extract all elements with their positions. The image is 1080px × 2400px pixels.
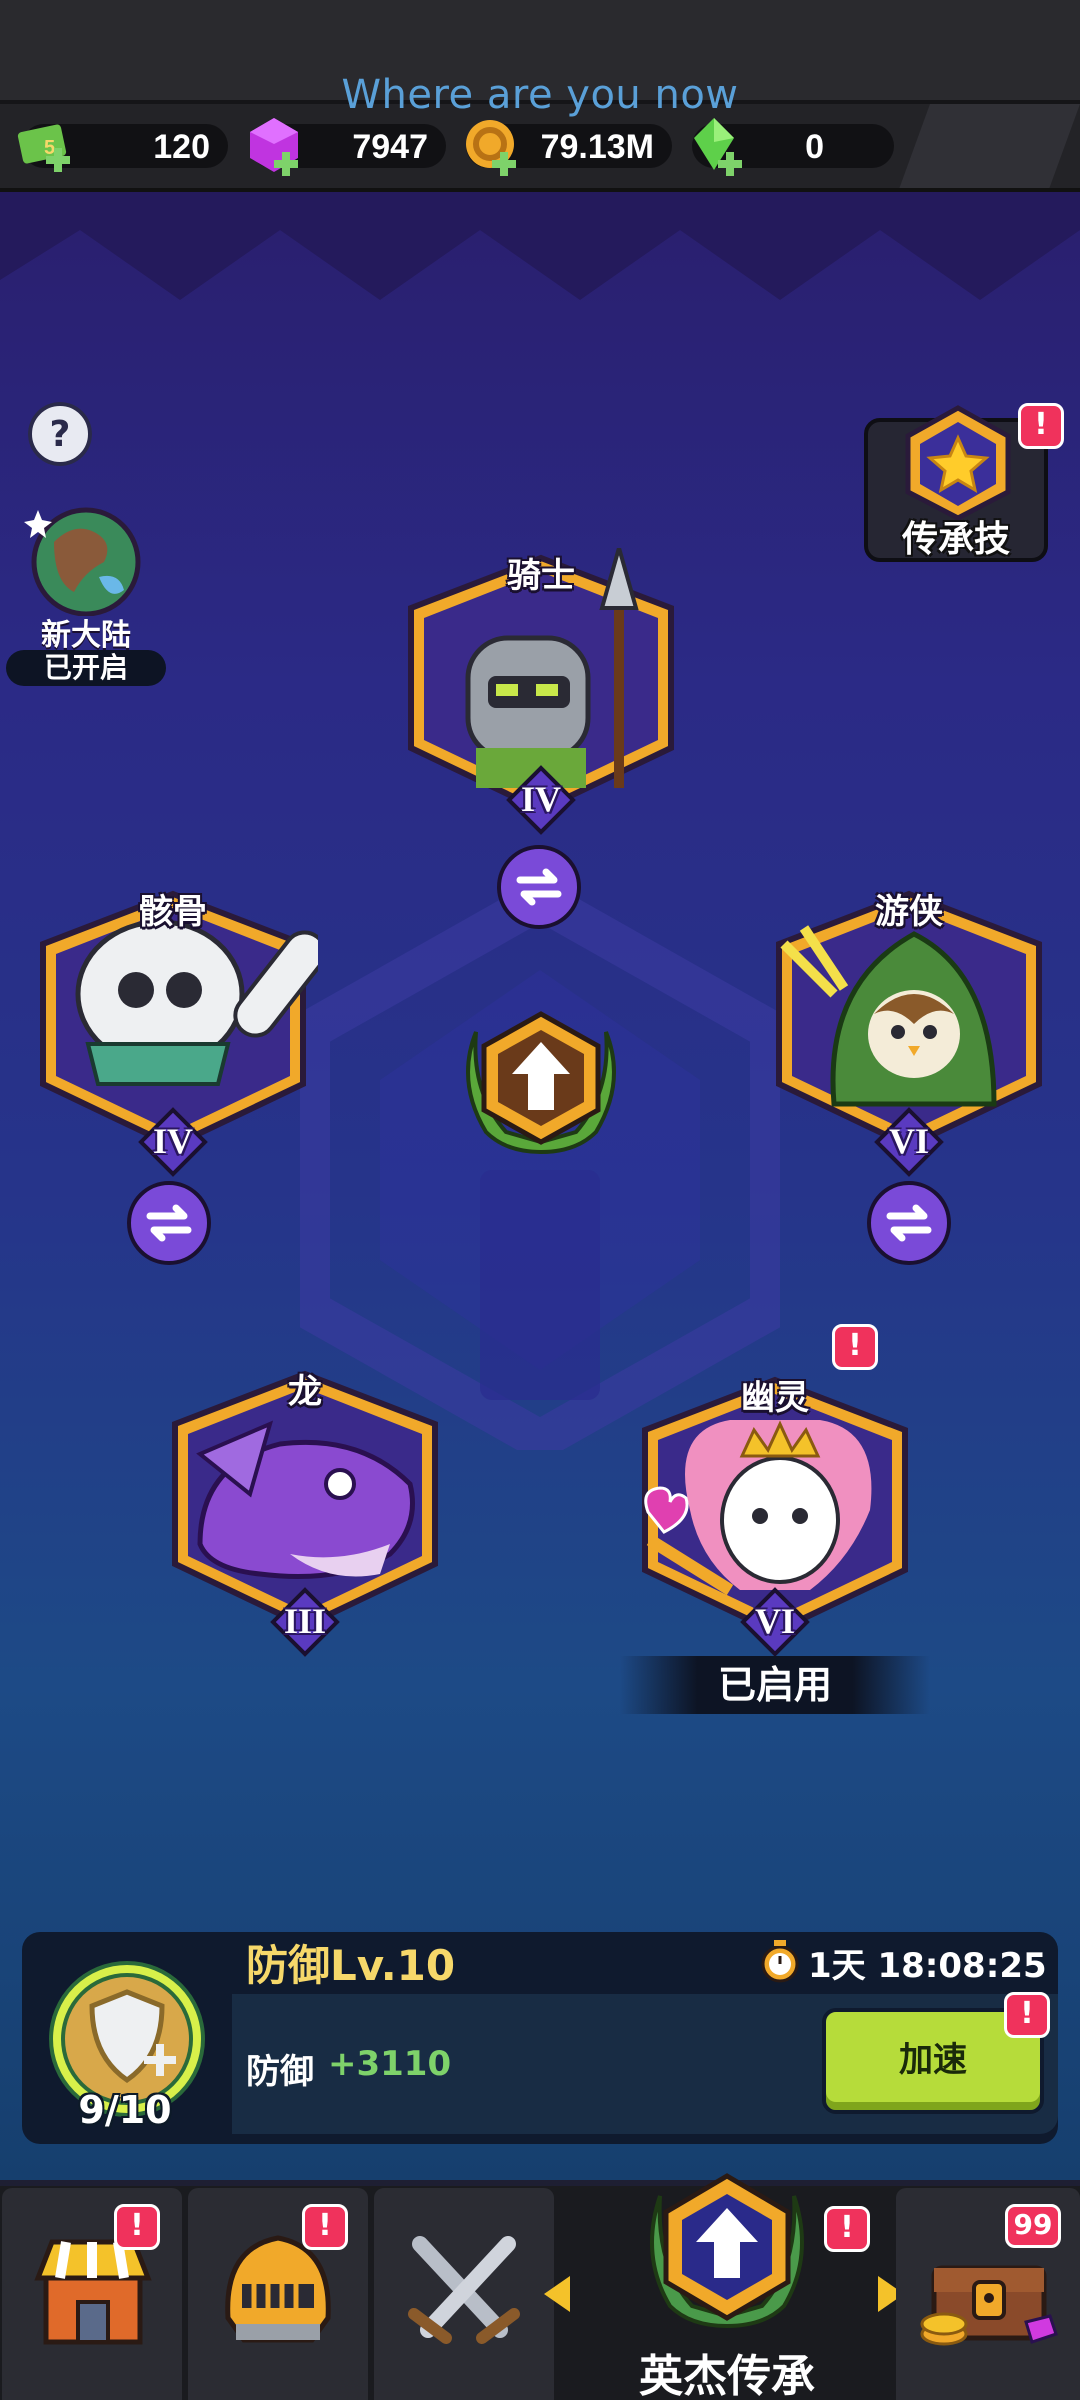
nav-active-label: 英杰传承	[639, 2351, 815, 2400]
treasure-count-badge: 99	[1005, 2204, 1061, 2248]
resource-tickets[interactable]: 5 120	[17, 124, 228, 172]
new-continent-globe-icon[interactable]	[24, 502, 146, 616]
ticket-plus-icon: 5	[17, 124, 70, 172]
swap-button-skeleton[interactable]	[126, 1180, 212, 1266]
rank-label-knight: IV	[520, 779, 561, 819]
green-crystal-plus-icon	[694, 118, 742, 176]
help-button[interactable]: ?	[28, 402, 92, 466]
hero-name-skeleton: 骸骨	[139, 892, 207, 932]
timer-icon	[761, 1940, 799, 1983]
stat-value: +3110	[328, 2044, 452, 2084]
legacy-skill-label: 传承技	[901, 519, 1010, 560]
hero-card-knight[interactable]: 骑士 IV	[396, 540, 686, 835]
swap-button-ranger[interactable]	[866, 1180, 952, 1266]
rank-label-ghost: VI	[754, 1601, 795, 1641]
hero-name-dragon: 龙	[288, 1372, 322, 1412]
shop-alert-badge: !	[114, 2204, 160, 2250]
nav-tab-battle[interactable]	[374, 2188, 554, 2400]
upgrade-progress-text: 9/10	[78, 2088, 172, 2132]
hero-name-ghost: 幽灵	[741, 1378, 809, 1418]
continent-label: 新大陆	[41, 618, 131, 653]
hero-card-skeleton[interactable]: 骸骨 IV	[28, 884, 327, 1177]
treasure-chest-icon	[920, 2265, 1058, 2346]
upgrade-title: 防御Lv.10	[246, 1941, 456, 1990]
purple-gem-plus-icon	[250, 118, 298, 176]
gold-value: 79.13M	[540, 128, 654, 166]
gems-value: 7947	[352, 128, 428, 166]
star-icon	[905, 405, 1011, 521]
nav-left-arrow-icon[interactable]	[540, 2272, 576, 2316]
crossed-swords-icon	[408, 2236, 520, 2344]
rank-badge-knight: IV	[505, 764, 577, 836]
hint-text: Where are you now	[341, 72, 739, 118]
rank-badge-skeleton: IV	[137, 1106, 209, 1178]
crystals-value: 0	[805, 128, 824, 166]
resource-crystals[interactable]: 0	[692, 118, 894, 176]
hero-card-ghost[interactable]: 幽灵 VI	[630, 1370, 920, 1657]
rank-badge-ranger: VI	[873, 1106, 945, 1178]
ghost-alert-badge: !	[832, 1324, 878, 1370]
hero-card-dragon[interactable]: 龙 III	[160, 1364, 450, 1657]
legacy-upgrade-emblem-icon	[650, 2173, 804, 2329]
speed-up-alert-badge: !	[1004, 1992, 1050, 2038]
rank-label-dragon: III	[283, 1601, 327, 1641]
equipment-alert-badge: !	[302, 2204, 348, 2250]
hero-card-ranger[interactable]: 游侠 VI	[764, 884, 1054, 1177]
swap-button-knight[interactable]	[496, 844, 582, 930]
rank-badge-ghost: VI	[739, 1586, 811, 1658]
ghost-status-label: 已启用	[620, 1656, 930, 1714]
hero-name-knight: 骑士	[507, 556, 575, 596]
stat-label: 防御	[246, 2052, 314, 2092]
rank-label-ranger: VI	[888, 1121, 929, 1161]
rank-label-skeleton: IV	[152, 1121, 193, 1161]
question-icon: ?	[50, 414, 71, 455]
gold-coin-plus-icon	[466, 120, 516, 176]
resource-gems[interactable]: 7947	[250, 118, 446, 176]
rank-badge-dragon: III	[269, 1586, 341, 1658]
continent-status: 已开启	[6, 650, 166, 686]
tickets-value: 120	[153, 128, 210, 166]
legacy-skill-alert-badge: !	[1018, 403, 1064, 449]
svg-text:5: 5	[44, 137, 55, 159]
legacy-alert-badge: !	[824, 2206, 870, 2252]
upgrade-timer: 1天 18:08:25	[808, 1946, 1047, 1986]
central-upgrade-emblem[interactable]	[446, 1002, 636, 1162]
hero-name-ranger: 游侠	[875, 892, 943, 932]
zigzag-decoration	[0, 190, 1080, 300]
resource-gold[interactable]: 79.13M	[466, 120, 672, 176]
